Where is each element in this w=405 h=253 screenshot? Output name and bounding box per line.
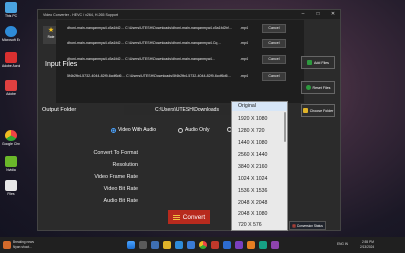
window-title: Video Converter - HEVC / x264, H.265 Sup… xyxy=(43,12,119,17)
chrome-icon[interactable] xyxy=(199,241,207,249)
list-item: dhoni-main-nanqanmya4.c5a1fd2… C:\Users\… xyxy=(56,24,304,34)
audio-only-radio[interactable]: Audio Only xyxy=(178,127,209,133)
dropdown-option[interactable]: 1440 X 1080 xyxy=(238,140,267,146)
list-item: 5f4b2fb4-5732-4044-82f9-6cdf6d6… C:\User… xyxy=(56,72,304,82)
computer-icon xyxy=(5,2,17,13)
list-item: dhoni-main-nanqanmya4.c5a1fd2… C:\Users\… xyxy=(56,39,304,49)
adobe-icon xyxy=(5,80,17,91)
maximize-icon[interactable]: □ xyxy=(311,10,325,19)
resolution-label: Resolution xyxy=(112,162,138,168)
audio-bitrate-label: Audio Bit Rate xyxy=(103,198,138,204)
news-title[interactable]: Breaking news xyxy=(13,240,34,244)
app-icon[interactable] xyxy=(247,241,255,249)
dropdown-option[interactable]: 2048 X 2048 xyxy=(238,200,267,206)
desktop-icon-adobe[interactable]: Adobe xyxy=(2,80,20,96)
reset-icon xyxy=(305,85,311,90)
folder-icon[interactable] xyxy=(163,241,171,249)
radio-icon xyxy=(178,127,183,133)
list-item: dhoni-main-nanqanmya4.c5a1fd2… C:\Users\… xyxy=(56,55,304,65)
frame-rate-label: Video Frame Rate xyxy=(94,174,138,180)
title-bar: Video Converter - HEVC / x264, H.265 Sup… xyxy=(38,10,340,19)
dropdown-option[interactable]: 2048 X 1080 xyxy=(238,211,267,217)
choose-folder-button[interactable]: Choose Folder xyxy=(301,104,335,117)
task-view-icon[interactable] xyxy=(151,241,159,249)
cancel-button[interactable]: Cancel xyxy=(262,72,286,81)
app-icon[interactable] xyxy=(235,241,243,249)
close-icon[interactable]: ✕ xyxy=(326,10,340,19)
app-icon[interactable] xyxy=(271,241,279,249)
desktop-icon-nvidia[interactable]: Nvidia xyxy=(2,156,20,172)
video-bitrate-label: Video Bit Rate xyxy=(103,186,138,192)
app-icon[interactable] xyxy=(211,241,219,249)
convert-button[interactable]: Convert xyxy=(168,210,210,224)
dropdown-option[interactable]: 720 X 576 xyxy=(238,222,262,228)
file-icon xyxy=(5,180,17,191)
input-files-label: Input Files xyxy=(45,61,78,68)
dropdown-option[interactable]: 1920 X 1080 xyxy=(238,116,267,122)
folder-icon xyxy=(302,108,308,113)
cancel-button[interactable]: Cancel xyxy=(262,55,286,64)
dropdown-option[interactable]: 3840 X 2160 xyxy=(238,164,267,170)
news-icon[interactable] xyxy=(3,241,11,249)
dropdown-option[interactable]: 1536 X 1536 xyxy=(238,188,267,194)
word-icon[interactable] xyxy=(223,241,231,249)
video-with-audio-radio[interactable]: Video With Audio xyxy=(111,127,156,133)
desktop-icon-edge[interactable]: Microsoft Edge xyxy=(2,26,20,42)
edge-icon xyxy=(5,26,17,37)
dropdown-scrollbar[interactable] xyxy=(284,112,286,142)
start-icon[interactable] xyxy=(127,241,135,249)
nvidia-icon xyxy=(5,156,17,167)
desktop-icon-files[interactable]: Files xyxy=(2,180,20,196)
dropdown-option[interactable]: 1024 X 1024 xyxy=(238,176,267,182)
desktop-icon-acrobat[interactable]: Adobe Acrobat xyxy=(2,52,20,68)
dropdown-option[interactable]: 2560 X 1440 xyxy=(238,152,267,158)
app-icon[interactable] xyxy=(259,241,267,249)
input-files-list: dhoni-main-nanqanmya4.c5a1fd2… C:\Users\… xyxy=(56,20,304,103)
convert-icon xyxy=(172,214,180,220)
add-icon xyxy=(307,60,312,65)
dropdown-option[interactable]: Original xyxy=(238,103,256,109)
radio-selected-icon xyxy=(111,127,116,133)
reset-files-button[interactable]: Reset Files xyxy=(301,81,335,94)
search-icon[interactable] xyxy=(139,241,147,249)
dropdown-option[interactable]: 1280 X 720 xyxy=(238,128,265,134)
convert-format-label: Convert To Format xyxy=(93,150,138,156)
cancel-button[interactable]: Cancel xyxy=(262,39,286,48)
edge-icon[interactable] xyxy=(175,241,183,249)
chrome-icon xyxy=(5,130,17,141)
conversion-status-button[interactable]: ▩ Conversion Status xyxy=(289,221,326,230)
app-window: Video Converter - HEVC / x264, H.265 Sup… xyxy=(37,9,341,231)
language-indicator[interactable]: ENG IN xyxy=(337,242,348,246)
minimize-icon[interactable]: – xyxy=(296,10,310,19)
desktop-icon-this-pc[interactable]: This PC xyxy=(2,2,20,18)
acrobat-icon xyxy=(5,52,17,63)
news-sub: Nyan shoot... xyxy=(13,245,32,249)
status-icon: ▩ xyxy=(292,223,296,228)
taskbar: Breaking news Nyan shoot... ENG IN 2:55 … xyxy=(0,237,405,253)
cancel-button[interactable]: Cancel xyxy=(262,24,286,33)
output-folder-label: Output Folder xyxy=(42,107,77,113)
resolution-dropdown[interactable]: Original 1920 X 1080 1280 X 720 1440 X 1… xyxy=(231,101,288,231)
add-files-button[interactable]: Add Files xyxy=(301,56,335,69)
clock-time[interactable]: 2:55 PM xyxy=(362,240,374,244)
clock-date[interactable]: 2/13/2024 xyxy=(360,245,374,249)
desktop-icon-chrome[interactable]: Google Chrome xyxy=(2,130,20,146)
store-icon[interactable] xyxy=(187,241,195,249)
